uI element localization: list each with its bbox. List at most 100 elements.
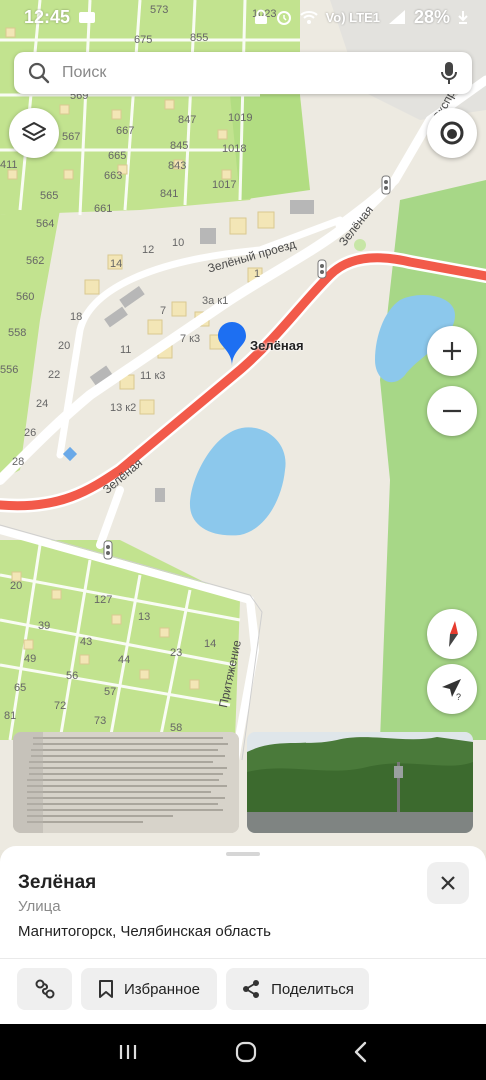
share-button[interactable]: Поделиться xyxy=(226,968,369,1010)
search-bar[interactable] xyxy=(14,52,472,94)
map-house-number: 564 xyxy=(36,218,55,230)
map-house-number: 14 xyxy=(204,638,217,650)
map-house-number: 57 xyxy=(104,686,117,698)
svg-text:?: ? xyxy=(456,692,461,702)
map-house-number: 411 xyxy=(0,159,18,171)
photo-thumbnail-street[interactable] xyxy=(247,732,473,833)
map-house-number: 44 xyxy=(118,654,131,666)
photo-image xyxy=(13,732,239,833)
map-house-number: 560 xyxy=(16,291,35,303)
map-house-number: 24 xyxy=(36,398,49,410)
map-house-number: 28 xyxy=(12,456,25,468)
map-house-number: 3а к1 xyxy=(202,295,229,307)
photo-image xyxy=(247,732,473,833)
map-house-number: 20 xyxy=(10,580,23,592)
zoom-in-button[interactable] xyxy=(427,326,477,376)
map-house-number: 567 xyxy=(62,131,81,143)
map-house-number: 847 xyxy=(178,114,197,126)
divider xyxy=(0,958,486,959)
map-house-number: 56 xyxy=(66,670,79,682)
lock-icon xyxy=(254,9,267,24)
plus-icon xyxy=(443,342,461,360)
signal-icon xyxy=(388,10,405,24)
map-house-number: 26 xyxy=(24,427,37,439)
map-house-number: 39 xyxy=(38,620,51,632)
drag-handle[interactable] xyxy=(226,852,260,856)
map-house-number: 1 xyxy=(254,268,261,280)
compass-icon xyxy=(449,621,458,647)
map-house-number: 7 к3 xyxy=(180,333,201,345)
location-arrow-icon: ? xyxy=(442,679,461,702)
layers-icon xyxy=(22,122,46,141)
route-icon xyxy=(35,979,54,999)
status-bar: 12:45 Vo) LTE1 28% xyxy=(0,0,486,34)
map-canvas xyxy=(0,0,486,850)
search-input[interactable] xyxy=(62,64,440,82)
map-house-number: 667 xyxy=(116,125,135,137)
map-house-number: 558 xyxy=(8,327,27,339)
map-house-number: 72 xyxy=(54,700,67,712)
map-house-number: 73 xyxy=(94,715,107,727)
network-type: Vo) LTE1 xyxy=(325,9,380,25)
map-house-number: 562 xyxy=(26,255,45,267)
photo-thumbnail-document[interactable] xyxy=(13,732,239,833)
pin-icon xyxy=(218,322,246,366)
system-nav-bar xyxy=(0,1024,486,1080)
compass-button[interactable] xyxy=(427,609,477,659)
share-label: Поделиться xyxy=(271,980,354,998)
back-icon[interactable] xyxy=(353,1041,369,1063)
map-layers-button[interactable] xyxy=(9,108,59,158)
map-house-number: 14 xyxy=(110,258,123,270)
map-house-number: 1017 xyxy=(212,179,237,191)
map-house-number: 13 к2 xyxy=(110,402,137,414)
map-house-number: 49 xyxy=(24,653,37,665)
map-house-number: 845 xyxy=(170,140,189,152)
map-house-number: 1019 xyxy=(228,112,253,124)
map-house-number: 843 xyxy=(168,160,187,172)
map-house-number: 565 xyxy=(40,190,59,202)
profile-button[interactable] xyxy=(427,108,477,158)
place-address: Магнитогорск, Челябинская область xyxy=(18,923,271,940)
bookmark-icon xyxy=(98,980,113,998)
map-house-number: 10 xyxy=(172,237,185,249)
map-house-number: 13 xyxy=(138,611,151,623)
map-house-number: 20 xyxy=(58,340,71,352)
favorites-label: Избранное xyxy=(123,980,201,998)
minus-icon xyxy=(443,409,461,413)
map-house-number: 127 xyxy=(94,594,113,606)
place-card[interactable]: Зелёная Улица Магнитогорск, Челябинская … xyxy=(0,846,486,1024)
route-button[interactable] xyxy=(17,968,72,1010)
map-house-number: 81 xyxy=(4,710,17,722)
home-icon[interactable] xyxy=(234,1040,258,1064)
map-view[interactable]: 573 675 855 1023 569 567 565 564 562 560… xyxy=(0,0,486,850)
place-title: Зелёная xyxy=(18,872,97,893)
map-house-number: 11 xyxy=(120,344,132,356)
close-icon xyxy=(441,876,455,890)
gallery-icon xyxy=(79,12,96,23)
recent-apps-icon[interactable] xyxy=(117,1042,139,1062)
map-house-number: 22 xyxy=(48,369,61,381)
map-house-number: 556 xyxy=(0,364,19,376)
pin-label: Зелёная xyxy=(250,338,304,353)
close-button[interactable] xyxy=(427,862,469,904)
map-house-number: 7 xyxy=(160,305,167,317)
assistant-icon xyxy=(440,121,464,145)
map-house-number: 661 xyxy=(94,203,113,215)
share-icon xyxy=(243,980,260,998)
location-pin[interactable] xyxy=(217,321,247,367)
map-house-number: 841 xyxy=(160,188,179,200)
alarm-icon xyxy=(276,11,291,25)
zoom-out-button[interactable] xyxy=(427,386,477,436)
microphone-icon[interactable] xyxy=(440,61,458,85)
map-house-number: 663 xyxy=(104,170,123,182)
favorites-button[interactable]: Избранное xyxy=(81,968,217,1010)
map-house-number: 18 xyxy=(70,311,83,323)
place-type: Улица xyxy=(18,898,61,915)
my-location-button[interactable]: ? xyxy=(427,664,477,714)
map-house-number: 675 xyxy=(134,34,153,46)
map-house-number: 65 xyxy=(14,682,27,694)
battery-percent: 28% xyxy=(413,6,450,27)
map-house-number: 1018 xyxy=(222,143,247,155)
download-icon xyxy=(458,11,468,24)
search-icon xyxy=(28,62,50,84)
